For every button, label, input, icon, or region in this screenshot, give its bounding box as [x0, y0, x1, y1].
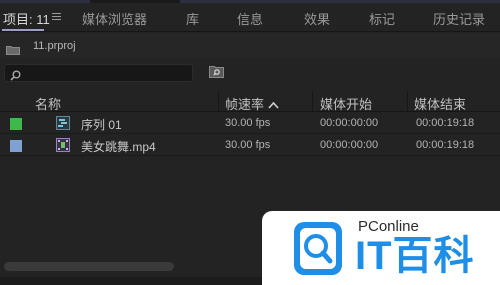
item-media-end: 00:00:19:18 — [416, 139, 475, 151]
find-bin-icon[interactable] — [209, 65, 224, 78]
label-color-swatch[interactable] — [10, 140, 22, 152]
search-field[interactable] — [4, 64, 193, 82]
search-icon — [10, 68, 21, 81]
sequence-icon — [56, 116, 70, 130]
pconline-watermark: PConline IT百科 — [262, 211, 500, 285]
tab-media-browser[interactable]: 媒体浏览器 — [82, 9, 147, 28]
panel-menu-icon[interactable] — [52, 13, 61, 21]
project-path-row: 11.prproj — [0, 33, 500, 58]
folder-up-icon[interactable] — [6, 42, 20, 55]
tab-project[interactable]: 项目: 11 — [3, 9, 50, 28]
tab-info[interactable]: 信息 — [237, 9, 263, 28]
pconline-logo-icon — [292, 220, 344, 277]
video-clip-icon — [56, 138, 70, 152]
watermark-title: IT百科 — [355, 234, 475, 278]
column-media-end[interactable]: 媒体结束 — [414, 94, 466, 113]
item-name[interactable]: 美女跳舞.mp4 — [81, 138, 156, 155]
sort-ascending-icon[interactable] — [268, 96, 279, 109]
tab-effects[interactable]: 效果 — [304, 9, 330, 28]
tab-libraries[interactable]: 库 — [186, 9, 199, 28]
table-header: 名称 帧速率 媒体开始 媒体结束 — [0, 91, 500, 112]
item-media-end: 00:00:19:18 — [416, 117, 475, 129]
column-frame-rate[interactable]: 帧速率 — [225, 94, 264, 113]
table-row[interactable]: 序列 01 30.00 fps 00:00:00:00 00:00:19:18 — [0, 113, 500, 134]
item-media-start: 00:00:00:00 — [320, 139, 379, 151]
tab-history[interactable]: 历史记录 — [433, 9, 485, 28]
project-file-name: 11.prproj — [33, 40, 76, 52]
active-tab-indicator — [2, 29, 44, 31]
item-name[interactable]: 序列 01 — [81, 116, 122, 133]
horizontal-scrollbar[interactable] — [4, 262, 174, 271]
item-frame-rate: 30.00 fps — [225, 117, 271, 129]
table-row[interactable]: 美女跳舞.mp4 30.00 fps 00:00:00:00 00:00:19:… — [0, 135, 500, 156]
item-media-start: 00:00:00:00 — [320, 117, 379, 129]
item-frame-rate: 30.00 fps — [225, 139, 271, 151]
column-name[interactable]: 名称 — [35, 94, 61, 113]
label-color-swatch[interactable] — [10, 118, 22, 130]
tab-markers[interactable]: 标记 — [369, 9, 395, 28]
column-media-start[interactable]: 媒体开始 — [320, 94, 372, 113]
panel-tab-bar: 项目: 11 媒体浏览器 库 信息 效果 标记 历史记录 — [0, 3, 500, 32]
